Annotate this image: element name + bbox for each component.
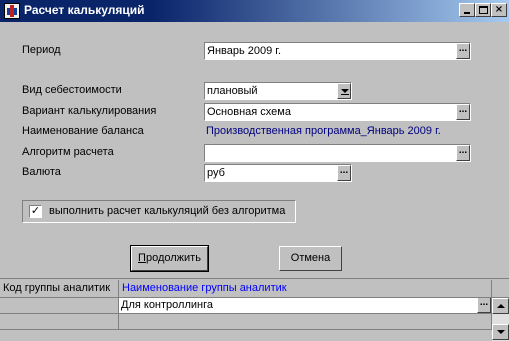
grid-corner bbox=[492, 280, 509, 298]
period-label: Период bbox=[22, 44, 61, 56]
row-name-select-button[interactable]: ... bbox=[477, 298, 491, 313]
calc-variant-value: Основная схема bbox=[207, 106, 291, 118]
algorithm-label: Алгоритм расчета bbox=[22, 146, 114, 158]
maximize-button[interactable] bbox=[475, 3, 491, 17]
title-bar[interactable]: Расчет калькуляций × bbox=[0, 0, 509, 22]
analytics-groups-grid: Код группы аналитик Наименование группы … bbox=[0, 278, 509, 341]
cost-type-value: плановый bbox=[207, 85, 258, 97]
row-name-value: Для контроллинга bbox=[121, 299, 213, 311]
ellipsis-icon: ... bbox=[479, 298, 489, 308]
calc-variant-field[interactable]: Основная схема ... bbox=[204, 103, 471, 121]
continue-hotkey: П bbox=[138, 252, 146, 264]
ellipsis-icon: ... bbox=[339, 165, 349, 176]
calculation-dialog: Расчет калькуляций × Период Январь 2009 … bbox=[0, 0, 509, 341]
currency-value: руб bbox=[207, 167, 225, 179]
cost-type-label: Вид себестоимости bbox=[22, 84, 122, 96]
algorithm-field[interactable]: ... bbox=[204, 144, 471, 162]
app-icon[interactable] bbox=[4, 3, 20, 19]
ellipsis-icon: ... bbox=[458, 104, 468, 115]
currency-select-button[interactable]: ... bbox=[337, 165, 351, 181]
empty-row-name-cell[interactable] bbox=[119, 314, 492, 330]
minimize-icon bbox=[464, 12, 470, 14]
close-icon: × bbox=[494, 4, 504, 15]
cost-type-dropdown[interactable]: плановый bbox=[204, 82, 352, 100]
period-select-button[interactable]: ... bbox=[456, 43, 470, 59]
continue-label: родолжить bbox=[145, 252, 201, 264]
close-button[interactable]: × bbox=[491, 3, 507, 17]
maximize-icon bbox=[479, 6, 488, 14]
empty-row-code-cell[interactable] bbox=[0, 314, 119, 330]
column-header-code[interactable]: Код группы аналитик bbox=[0, 280, 119, 298]
window-title: Расчет калькуляций bbox=[24, 3, 145, 17]
no-algorithm-checkbox[interactable]: ✓ bbox=[29, 205, 42, 218]
row-code-cell[interactable] bbox=[0, 298, 119, 314]
minimize-button[interactable] bbox=[459, 3, 475, 17]
period-field[interactable]: Январь 2009 г. ... bbox=[204, 42, 471, 60]
currency-label: Валюта bbox=[22, 166, 61, 178]
grid-vertical-scrollbar[interactable] bbox=[492, 298, 509, 341]
ellipsis-icon: ... bbox=[458, 43, 468, 54]
no-algorithm-label[interactable]: выполнить расчет калькуляций без алгорит… bbox=[49, 205, 285, 217]
calc-variant-label: Вариант калькулирования bbox=[22, 105, 157, 117]
balance-name-label: Наименование баланса bbox=[22, 125, 144, 137]
row-name-cell[interactable]: Для контроллинга ... bbox=[119, 298, 492, 314]
scroll-down-icon[interactable] bbox=[492, 324, 509, 340]
calc-variant-select-button[interactable]: ... bbox=[456, 104, 470, 120]
algorithm-select-button[interactable]: ... bbox=[456, 145, 470, 161]
continue-button[interactable]: Продолжить bbox=[130, 245, 209, 272]
period-value: Январь 2009 г. bbox=[207, 45, 282, 57]
dropdown-arrow-icon[interactable] bbox=[337, 83, 351, 99]
checkmark-icon: ✓ bbox=[30, 205, 41, 217]
column-header-name[interactable]: Наименование группы аналитик bbox=[119, 280, 492, 298]
scroll-up-icon[interactable] bbox=[492, 298, 509, 314]
currency-field[interactable]: руб ... bbox=[204, 164, 352, 182]
no-algorithm-group: ✓ выполнить расчет калькуляций без алгор… bbox=[22, 200, 296, 223]
ellipsis-icon: ... bbox=[458, 145, 468, 156]
cancel-button[interactable]: Отмена bbox=[279, 246, 342, 271]
balance-name-value: Производственная программа_Январь 2009 г… bbox=[206, 125, 441, 137]
